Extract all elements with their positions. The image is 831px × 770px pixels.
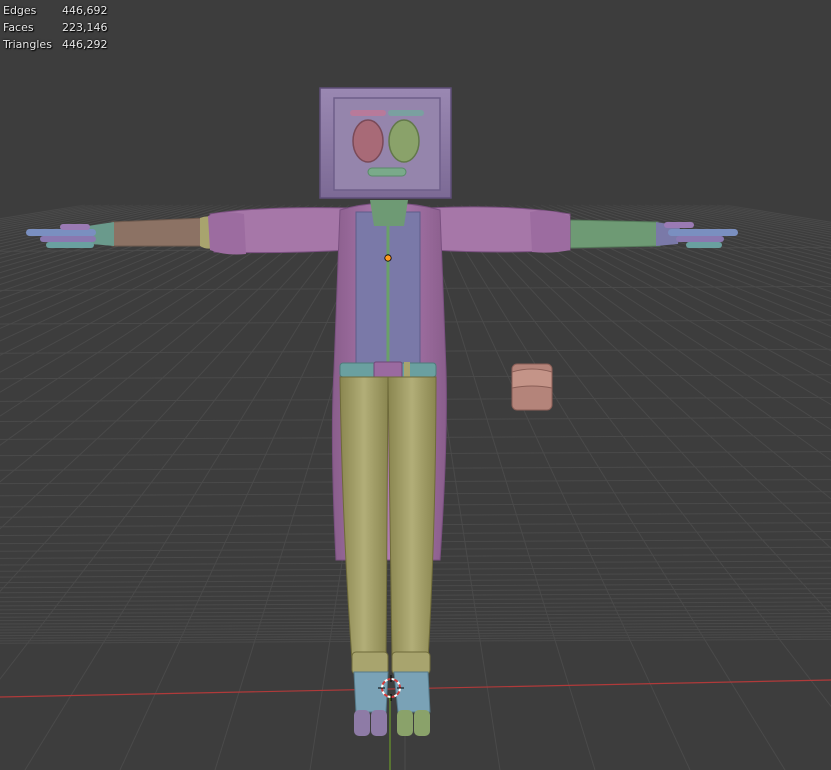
viewport-scene[interactable]: [0, 0, 831, 770]
satchel[interactable]: [511, 363, 553, 411]
stat-row-edges: Edges 446,692: [3, 2, 108, 19]
left-toe-b: [371, 710, 387, 736]
pants-right-leg: [387, 376, 437, 661]
right-toe-a: [397, 710, 413, 736]
right-cuff-pants: [391, 651, 431, 675]
left-cuff-pants: [351, 651, 389, 675]
stat-label: Faces: [3, 21, 34, 34]
stat-value: 223,146: [62, 21, 108, 34]
stat-value: 446,692: [62, 4, 108, 17]
stat-value: 446,292: [62, 38, 108, 51]
stat-label: Triangles: [3, 38, 52, 51]
pants-left-leg: [339, 376, 389, 661]
origin-dot: [384, 254, 392, 262]
screen-right-eye: [388, 119, 420, 163]
scene-statistics-overlay: Edges 446,692 Faces 223,146 Triangles 446,292: [3, 2, 108, 53]
right-toe-b: [414, 710, 430, 736]
3d-viewport[interactable]: Edges 446,692 Faces 223,146 Triangles 446,292: [0, 0, 831, 770]
belt-loop: [404, 362, 410, 378]
screen-left-eye: [352, 119, 384, 163]
character-tv-head[interactable]: [319, 87, 452, 199]
left-toe-a: [354, 710, 370, 736]
stat-row-faces: Faces 223,146: [3, 19, 108, 36]
right-eyebrow: [388, 110, 424, 116]
character-model[interactable]: [26, 87, 738, 736]
right-cuff: [530, 210, 570, 253]
left-eyebrow: [350, 110, 386, 116]
screen-mouth: [367, 167, 407, 177]
stat-row-triangles: Triangles 446,292: [3, 36, 108, 53]
left-cuff: [208, 212, 246, 255]
neck: [370, 200, 408, 226]
stat-label: Edges: [3, 4, 37, 17]
